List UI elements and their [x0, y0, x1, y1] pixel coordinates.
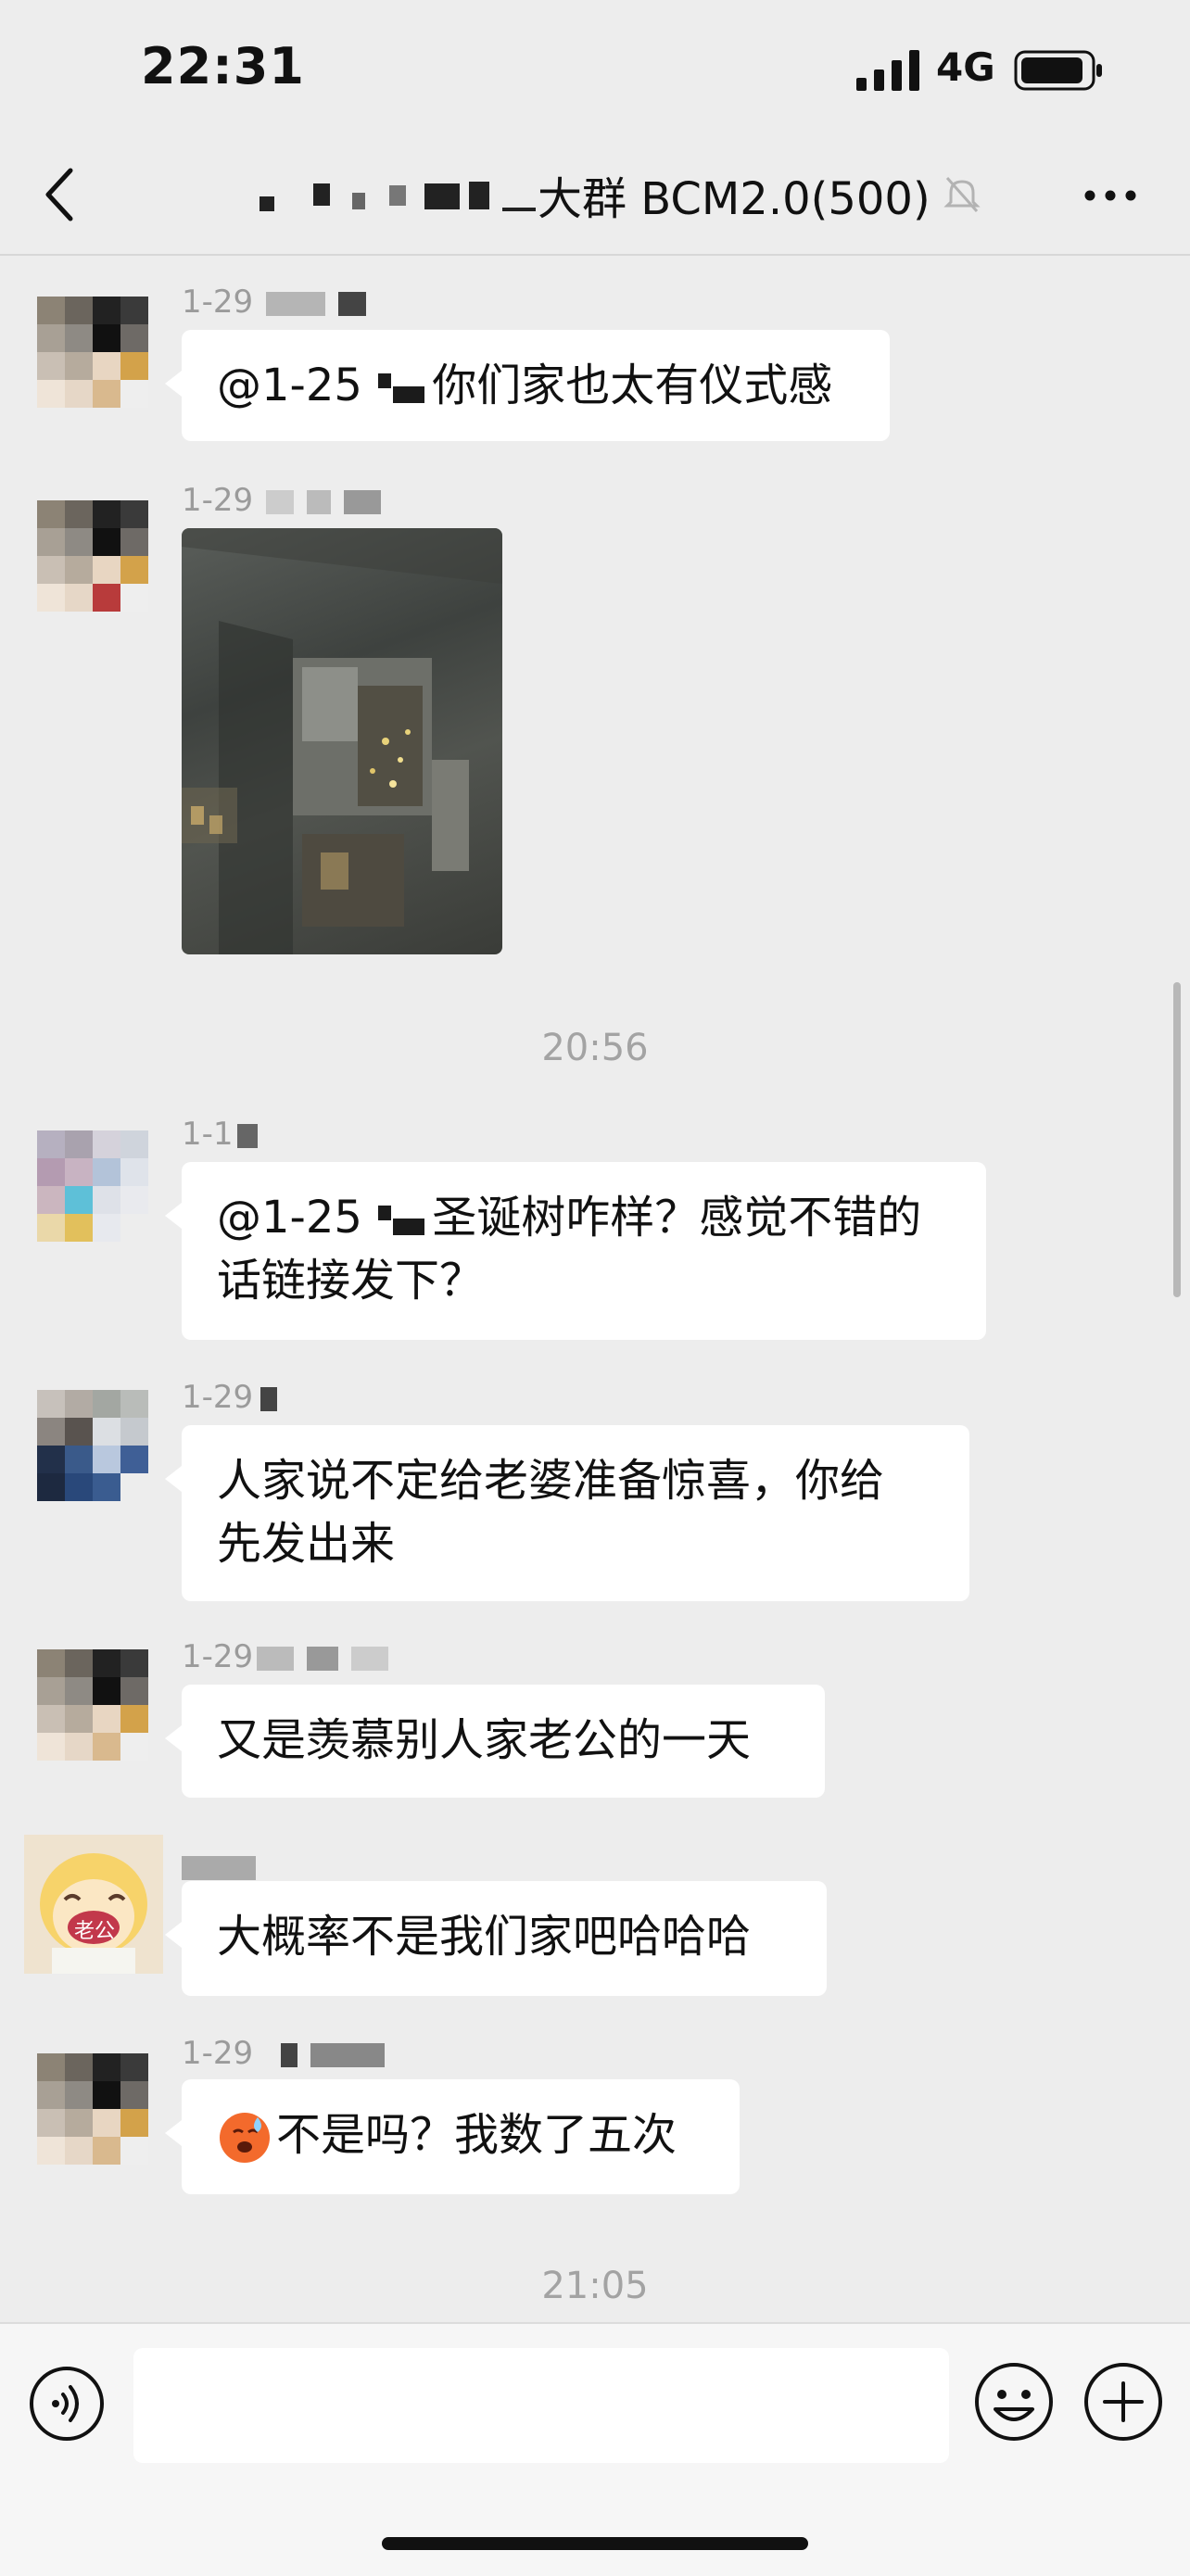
tired-face-emoji-icon: [220, 2113, 270, 2163]
plus-icon[interactable]: [1082, 2361, 1164, 2443]
sender-name: 1-29: [182, 1379, 278, 1416]
cartoon-avatar-icon: [24, 1835, 163, 1974]
avatar[interactable]: 老公: [24, 1835, 163, 1974]
emoji-icon[interactable]: [973, 2361, 1055, 2443]
avatar[interactable]: [37, 1390, 148, 1501]
sender-name: 1-1: [182, 1116, 258, 1153]
redacted-title-blur: [260, 176, 538, 213]
message-input[interactable]: [133, 2348, 949, 2463]
message-bubble[interactable]: @1-25 圣诞树咋样？感觉不错的 话链接发下？: [165, 1162, 986, 1340]
avatar-label: 老公: [73, 1920, 115, 1943]
avatar[interactable]: [37, 500, 148, 612]
avatar[interactable]: [37, 1130, 148, 1242]
sender-name: 1-29: [182, 2035, 386, 2072]
redacted-name-blur: [376, 372, 428, 405]
voice-input-icon[interactable]: [28, 2365, 106, 2443]
status-time: 22:31: [141, 37, 305, 95]
mute-bell-icon: [943, 177, 981, 212]
more-options-icon[interactable]: [1082, 182, 1138, 209]
time-separator: 21:05: [541, 2265, 649, 2307]
status-bar: 22:31 4G: [0, 0, 1190, 139]
night-window-photo: [182, 528, 502, 954]
time-separator: 20:56: [541, 1027, 649, 1069]
message-bubble[interactable]: 大概率不是我们家吧哈哈哈: [165, 1881, 827, 1996]
chat-title-text: 大群 BCM2.0(500): [538, 173, 930, 225]
back-arrow-icon[interactable]: [41, 165, 78, 224]
photo-message[interactable]: [182, 528, 502, 954]
signal-icon: [856, 50, 919, 91]
scrollbar[interactable]: [1173, 982, 1181, 1297]
redacted-name-blur: [376, 1204, 428, 1237]
chat-title[interactable]: 大群 BCM2.0(500): [260, 165, 981, 225]
sender-name: [182, 1848, 256, 1885]
message-bubble[interactable]: 人家说不定给老婆准备惊喜，你给 先发出来: [165, 1425, 969, 1601]
battery-icon: [1014, 50, 1102, 91]
nav-bar: 大群 BCM2.0(500): [0, 139, 1190, 256]
message-bubble[interactable]: 不是吗？我数了五次: [165, 2079, 740, 2194]
network-type: 4G: [936, 44, 995, 90]
sender-name: 1-29: [182, 284, 367, 321]
message-bubble[interactable]: 又是羡慕别人家老公的一天: [165, 1685, 825, 1798]
message-bubble[interactable]: @1-25 你们家也太有仪式感: [165, 330, 890, 441]
sender-name: 1-29: [182, 482, 382, 519]
avatar[interactable]: [37, 2053, 148, 2165]
input-bar: [0, 2322, 1190, 2576]
avatar[interactable]: [37, 297, 148, 408]
avatar[interactable]: [37, 1649, 148, 1761]
sender-name: 1-29: [182, 1638, 389, 1675]
home-indicator[interactable]: [382, 2537, 808, 2550]
